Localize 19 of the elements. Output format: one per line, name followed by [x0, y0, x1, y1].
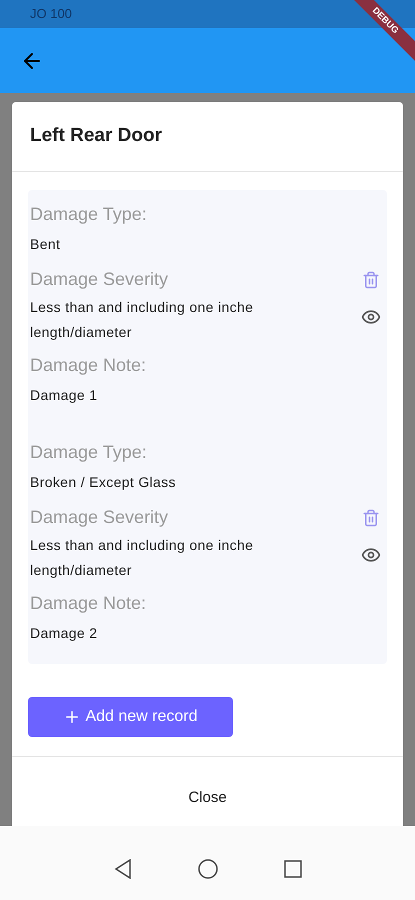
field-value: Broken / Except Glass [30, 473, 177, 492]
field-label: Damage Note: [30, 592, 148, 615]
field-label: Damage Type: [30, 441, 148, 464]
field-value: Damage 1 [30, 386, 98, 405]
dialog-title: Left Rear Door [30, 124, 162, 148]
home-nav-icon[interactable] [198, 859, 218, 879]
field-label: Damage Severity [30, 506, 170, 529]
field-value: Bent [30, 235, 62, 254]
close-button[interactable]: Close [188, 787, 227, 810]
status-text: JO 100 [30, 5, 72, 24]
field-label: Damage Severity [30, 268, 170, 291]
back-nav-icon[interactable] [114, 859, 132, 879]
field-label: Damage Note: [30, 354, 148, 377]
add-record-button[interactable]: Add new record [28, 697, 233, 737]
field-value: Less than and including one inche length/diameter [30, 298, 254, 342]
recents-nav-icon[interactable] [284, 860, 302, 878]
field-label: Damage Type: [30, 203, 148, 226]
field-value: Less than and including one inche length/diameter [30, 536, 254, 580]
field-value: Damage 2 [30, 624, 98, 643]
